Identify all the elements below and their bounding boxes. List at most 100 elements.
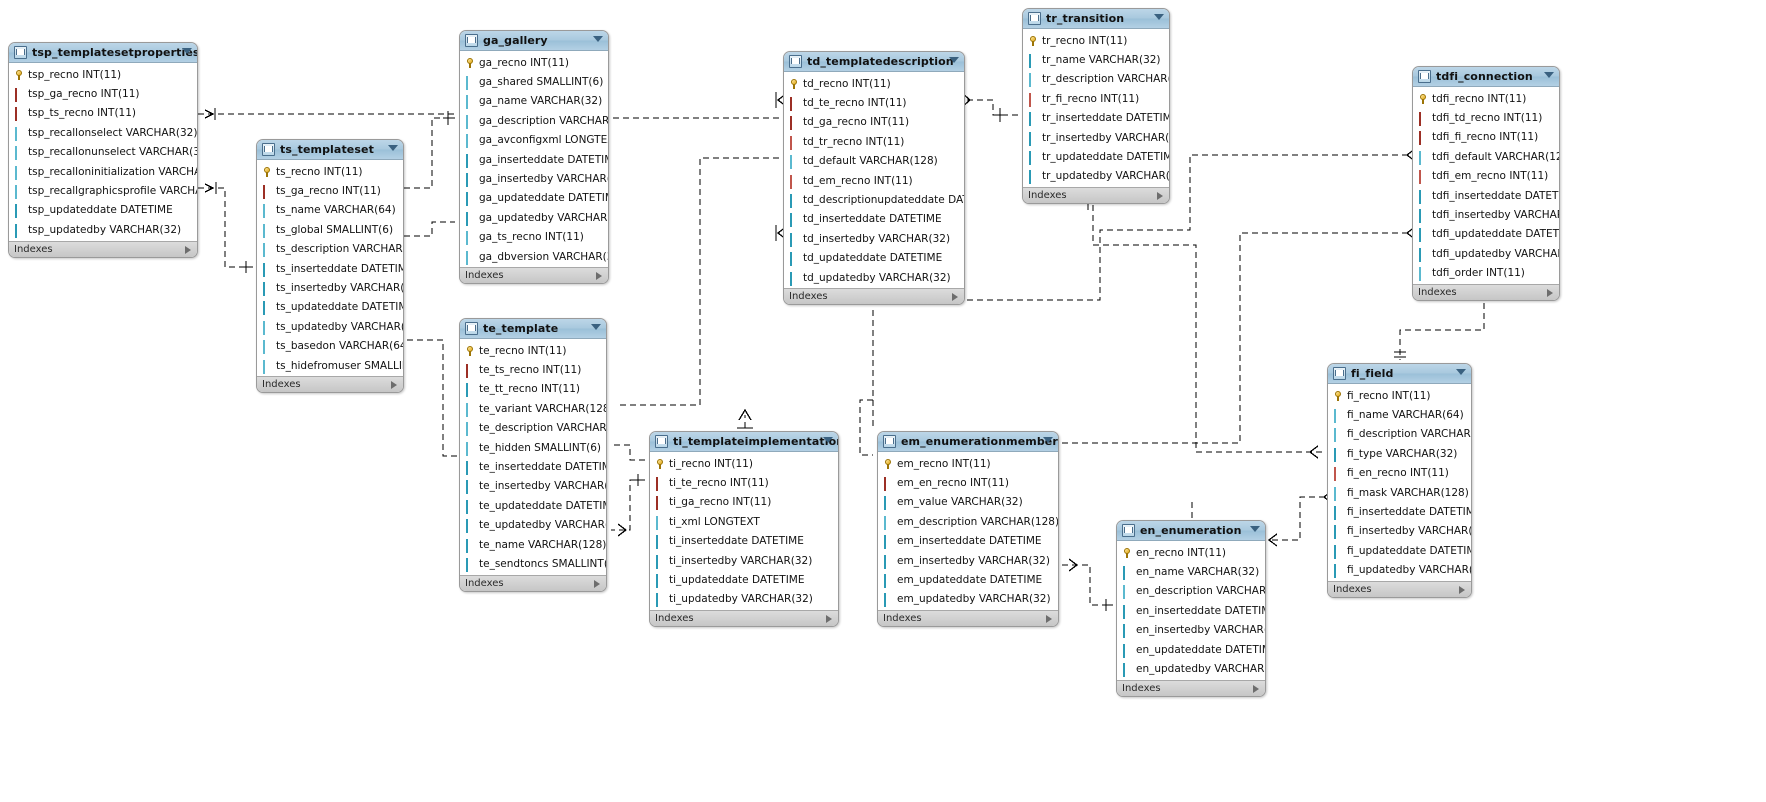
column-row[interactable]: ts_updateddate DATETIME bbox=[257, 298, 403, 317]
column-row[interactable]: tdfi_em_recno INT(11) bbox=[1413, 167, 1559, 186]
column-row[interactable]: fi_inserteddate DATETIME bbox=[1328, 502, 1471, 521]
column-row[interactable]: te_name VARCHAR(128) bbox=[460, 535, 606, 554]
column-row[interactable]: te_recno INT(11) bbox=[460, 341, 606, 360]
triangle-right-icon[interactable] bbox=[1157, 192, 1163, 201]
chevron-down-icon[interactable] bbox=[593, 36, 603, 42]
column-row[interactable]: tdfi_recno INT(11) bbox=[1413, 89, 1559, 108]
column-row[interactable]: td_updateddate DATETIME bbox=[784, 249, 964, 268]
table-header-ts_templateset[interactable]: ts_templateset bbox=[257, 140, 403, 160]
chevron-down-icon[interactable] bbox=[949, 57, 959, 63]
chevron-down-icon[interactable] bbox=[1250, 526, 1260, 532]
column-row[interactable]: ti_ga_recno INT(11) bbox=[650, 493, 838, 512]
indexes-bar[interactable]: Indexes bbox=[1117, 679, 1265, 696]
table-fi_field[interactable]: fi_field fi_recno INT(11) fi_name VARCHAR(… bbox=[1327, 363, 1472, 598]
column-row[interactable]: em_recno INT(11) bbox=[878, 454, 1058, 473]
column-row[interactable]: td_inserteddate DATETIME bbox=[784, 210, 964, 229]
triangle-right-icon[interactable] bbox=[594, 579, 600, 588]
table-header-te_template[interactable]: te_template bbox=[460, 319, 606, 339]
column-row[interactable]: tr_description VARCHAR(128) bbox=[1023, 70, 1169, 89]
table-ti_templateimplementation[interactable]: ti_templateimplementation ti_recno INT(11… bbox=[649, 431, 839, 628]
chevron-down-icon[interactable] bbox=[182, 48, 192, 54]
column-row[interactable]: te_ts_recno INT(11) bbox=[460, 360, 606, 379]
column-row[interactable]: ti_inserteddate DATETIME bbox=[650, 532, 838, 551]
column-row[interactable]: tsp_updatedby VARCHAR(32) bbox=[9, 220, 197, 239]
column-row[interactable]: em_inserteddate DATETIME bbox=[878, 532, 1058, 551]
column-row[interactable]: tsp_ga_recno INT(11) bbox=[9, 84, 197, 103]
column-row[interactable]: ts_description VARCHAR(128) bbox=[257, 240, 403, 259]
table-header-tdfi_connection[interactable]: tdfi_connection bbox=[1413, 67, 1559, 87]
indexes-bar[interactable]: Indexes bbox=[257, 376, 403, 393]
chevron-down-icon[interactable] bbox=[823, 437, 833, 443]
column-row[interactable]: ts_basedon VARCHAR(64) bbox=[257, 337, 403, 356]
column-row[interactable]: tsp_recallonselect VARCHAR(32) bbox=[9, 123, 197, 142]
column-row[interactable]: ti_recno INT(11) bbox=[650, 454, 838, 473]
column-row[interactable]: td_recno INT(11) bbox=[784, 74, 964, 93]
table-header-tr_transition[interactable]: tr_transition bbox=[1023, 9, 1169, 29]
column-row[interactable]: tdfi_updatedby VARCHAR(32) bbox=[1413, 244, 1559, 263]
table-em_enumerationmember[interactable]: em_enumerationmember em_recno INT(11) em_e… bbox=[877, 431, 1059, 628]
column-row[interactable]: tdfi_default VARCHAR(128) bbox=[1413, 147, 1559, 166]
column-row[interactable]: td_te_recno INT(11) bbox=[784, 93, 964, 112]
column-row[interactable]: tr_recno INT(11) bbox=[1023, 31, 1169, 50]
triangle-right-icon[interactable] bbox=[1459, 585, 1465, 594]
table-td_templatedescription[interactable]: td_templatedescription td_recno INT(11) td… bbox=[783, 51, 965, 306]
column-row[interactable]: fi_name VARCHAR(64) bbox=[1328, 405, 1471, 424]
column-row[interactable]: ga_recno INT(11) bbox=[460, 53, 608, 72]
column-row[interactable]: en_insertedby VARCHAR(32) bbox=[1117, 621, 1265, 640]
indexes-bar[interactable]: Indexes bbox=[650, 610, 838, 627]
indexes-bar[interactable]: Indexes bbox=[460, 267, 608, 284]
table-header-ga_gallery[interactable]: ga_gallery bbox=[460, 31, 608, 51]
triangle-right-icon[interactable] bbox=[391, 381, 397, 390]
column-row[interactable]: ga_description VARCHAR(128) bbox=[460, 111, 608, 130]
column-row[interactable]: ga_shared SMALLINT(6) bbox=[460, 72, 608, 91]
column-row[interactable]: tr_insertedby VARCHAR(32) bbox=[1023, 128, 1169, 147]
indexes-bar[interactable]: Indexes bbox=[1023, 187, 1169, 204]
column-row[interactable]: em_description VARCHAR(128) bbox=[878, 512, 1058, 531]
column-row[interactable]: fi_type VARCHAR(32) bbox=[1328, 444, 1471, 463]
column-row[interactable]: ti_insertedby VARCHAR(32) bbox=[650, 551, 838, 570]
column-row[interactable]: ga_name VARCHAR(32) bbox=[460, 92, 608, 111]
column-row[interactable]: tsp_recalloninitialization VARCHAR(32) bbox=[9, 162, 197, 181]
column-row[interactable]: ga_ts_recno INT(11) bbox=[460, 228, 608, 247]
table-header-tsp_templatesetproperties[interactable]: tsp_templatesetproperties bbox=[9, 43, 197, 63]
column-row[interactable]: fi_updateddate DATETIME bbox=[1328, 541, 1471, 560]
column-row[interactable]: tsp_recallgraphicsprofile VARCHAR(64) bbox=[9, 181, 197, 200]
column-row[interactable]: ts_insertedby VARCHAR(32) bbox=[257, 278, 403, 297]
table-tsp_templatesetproperties[interactable]: tsp_templatesetproperties tsp_recno INT(1… bbox=[8, 42, 198, 258]
column-row[interactable]: fi_mask VARCHAR(128) bbox=[1328, 483, 1471, 502]
column-row[interactable]: em_insertedby VARCHAR(32) bbox=[878, 551, 1058, 570]
column-row[interactable]: ga_insertedby VARCHAR(32) bbox=[460, 169, 608, 188]
triangle-right-icon[interactable] bbox=[596, 272, 602, 281]
column-row[interactable]: en_inserteddate DATETIME bbox=[1117, 601, 1265, 620]
er-diagram-canvas[interactable]: tsp_templatesetproperties tsp_recno INT(1… bbox=[0, 0, 1766, 802]
column-row[interactable]: en_updateddate DATETIME bbox=[1117, 640, 1265, 659]
column-row[interactable]: te_updateddate DATETIME bbox=[460, 496, 606, 515]
column-row[interactable]: te_insertedby VARCHAR(32) bbox=[460, 477, 606, 496]
column-row[interactable]: tsp_ts_recno INT(11) bbox=[9, 104, 197, 123]
indexes-bar[interactable]: Indexes bbox=[878, 610, 1058, 627]
column-row[interactable]: fi_insertedby VARCHAR(32) bbox=[1328, 522, 1471, 541]
chevron-down-icon[interactable] bbox=[591, 324, 601, 330]
column-row[interactable]: te_updatedby VARCHAR(32) bbox=[460, 516, 606, 535]
chevron-down-icon[interactable] bbox=[1154, 14, 1164, 20]
column-row[interactable]: fi_description VARCHAR(128) bbox=[1328, 425, 1471, 444]
column-row[interactable]: en_recno INT(11) bbox=[1117, 543, 1265, 562]
column-row[interactable]: tsp_updateddate DATETIME bbox=[9, 201, 197, 220]
chevron-down-icon[interactable] bbox=[1544, 72, 1554, 78]
column-row[interactable]: ga_avconfigxml LONGTEXT bbox=[460, 131, 608, 150]
triangle-right-icon[interactable] bbox=[952, 293, 958, 302]
table-header-em_enumerationmember[interactable]: em_enumerationmember bbox=[878, 432, 1058, 452]
column-row[interactable]: ts_hidefromuser SMALLINT(6) bbox=[257, 356, 403, 375]
table-header-ti_templateimplementation[interactable]: ti_templateimplementation bbox=[650, 432, 838, 452]
chevron-down-icon[interactable] bbox=[1043, 437, 1053, 443]
column-row[interactable]: tr_inserteddate DATETIME bbox=[1023, 109, 1169, 128]
indexes-bar[interactable]: Indexes bbox=[9, 240, 197, 257]
column-row[interactable]: ga_updatedby VARCHAR(32) bbox=[460, 208, 608, 227]
table-ts_templateset[interactable]: ts_templateset ts_recno INT(11) ts_ga_recn… bbox=[256, 139, 404, 394]
column-row[interactable]: tdfi_inserteddate DATETIME bbox=[1413, 186, 1559, 205]
chevron-down-icon[interactable] bbox=[1456, 369, 1466, 375]
column-row[interactable]: tdfi_td_recno INT(11) bbox=[1413, 108, 1559, 127]
column-row[interactable]: te_inserteddate DATETIME bbox=[460, 457, 606, 476]
column-row[interactable]: te_description VARCHAR(128) bbox=[460, 419, 606, 438]
column-row[interactable]: em_en_recno INT(11) bbox=[878, 473, 1058, 492]
